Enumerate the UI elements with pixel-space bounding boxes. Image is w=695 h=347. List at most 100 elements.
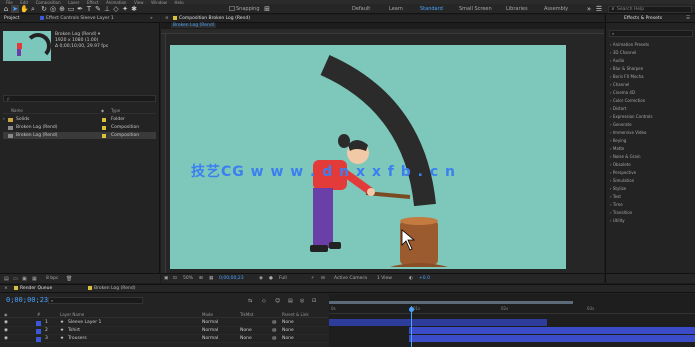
layer-label-color[interactable] [36, 320, 41, 326]
project-item-row-selected[interactable]: Broken Log (Rend) Composition [3, 132, 156, 139]
panel-overflow-icon[interactable]: » [150, 15, 153, 23]
mask-tool-icon[interactable]: ▭ [67, 5, 75, 13]
type-tool-icon[interactable]: T [85, 5, 93, 13]
search-help-input[interactable]: Search Help [608, 6, 692, 13]
effects-category-item[interactable]: › Expression Controls [610, 114, 652, 120]
timeline-search-input[interactable]: ⌕ [48, 297, 143, 304]
always-preview-icon[interactable]: ▣ [164, 276, 168, 281]
camera-tool-icon[interactable]: ◎ [49, 5, 57, 13]
layer-duration-bar[interactable] [409, 327, 695, 334]
delete-icon[interactable]: 🗑 [66, 276, 72, 282]
effects-category-item[interactable]: › 3D Channel [610, 50, 636, 56]
col-layer-name[interactable]: Layer Name [60, 312, 84, 317]
effects-category-item[interactable]: › Perspective [610, 170, 636, 176]
effects-category-item[interactable]: › Blur & Sharpen [610, 66, 643, 72]
comp-zoom-dropdown[interactable]: 50% [183, 276, 193, 281]
effects-category-item[interactable]: › Obsolete [610, 162, 631, 168]
layer-parent[interactable]: None [282, 335, 294, 343]
effects-category-item[interactable]: › Simulation [610, 178, 634, 184]
layer-duration-bar[interactable] [329, 319, 547, 326]
pen-tool-icon[interactable]: ✒ [76, 5, 84, 13]
effects-category-item[interactable]: › Stylize [610, 186, 626, 192]
workspace-overflow-icon[interactable]: » [585, 5, 593, 13]
new-folder-icon[interactable]: ▭ [13, 276, 18, 282]
zoom-tool-icon[interactable]: ⌕ [29, 5, 37, 13]
draft-3d-icon[interactable]: ◇ [262, 298, 266, 304]
label-color-swatch[interactable] [102, 117, 106, 122]
layer-row[interactable]: ◉ 2 ★ Tshirt Normal None @ None [0, 327, 328, 335]
puppet-tool-icon[interactable]: ✱ [130, 5, 138, 13]
transparency-grid-icon[interactable]: ▦ [209, 276, 213, 281]
effects-category-item[interactable]: › Cinema 4D [610, 90, 635, 96]
layer-parent[interactable]: None [282, 327, 294, 335]
frame-blending-icon[interactable]: ▤ [288, 298, 293, 304]
snapping-checkbox-icon[interactable]: ☐ [228, 5, 236, 13]
tab-effect-controls[interactable]: Effect Controls Sleeve Layer 1 [40, 15, 114, 23]
work-area-bar[interactable] [329, 301, 573, 304]
tab-composition[interactable]: Composition Broken Log (Rend) [173, 15, 250, 23]
parent-pickwhip-icon[interactable]: @ [272, 335, 277, 343]
tab-effects-presets[interactable]: Effects & Presets [624, 15, 662, 23]
views-dropdown[interactable]: 1 View [377, 276, 392, 281]
project-item-row[interactable]: Broken Log (Rend) Composition [3, 124, 156, 131]
selection-tool-icon[interactable]: ➤ [11, 5, 19, 13]
effects-category-item[interactable]: › Channel [610, 82, 629, 88]
workspace-assembly[interactable]: Assembly [544, 6, 568, 12]
motion-blur-icon[interactable]: ◎ [300, 298, 304, 304]
workspace-learn[interactable]: Learn [389, 6, 403, 12]
parent-pickwhip-icon[interactable]: @ [272, 327, 277, 335]
reset-exposure-icon[interactable]: ◐ [409, 276, 413, 281]
eraser-tool-icon[interactable]: ◇ [112, 5, 120, 13]
visibility-eye-icon[interactable]: ◉ [4, 335, 8, 343]
fit-view-icon[interactable]: ⊞ [199, 276, 203, 281]
shy-layers-icon[interactable]: ☺ [275, 298, 280, 304]
brush-tool-icon[interactable]: ✎ [94, 5, 102, 13]
timeline-timecode[interactable]: 0;00;00;23 [6, 296, 48, 304]
layer-name[interactable]: Sleeve Layer 1 [68, 319, 101, 327]
effects-category-item[interactable]: › Distort [610, 106, 626, 112]
region-of-interest-icon[interactable]: ⊡ [173, 276, 177, 281]
clone-stamp-tool-icon[interactable]: ⊥ [103, 5, 111, 13]
layer-name[interactable]: Trousers [68, 335, 87, 343]
current-time-indicator[interactable] [411, 306, 412, 347]
effects-category-item[interactable]: › Boris FX Mocha [610, 74, 644, 80]
fast-previews-icon[interactable]: ⚡ [311, 276, 314, 281]
col-number[interactable]: # [37, 312, 40, 317]
layer-row[interactable]: ◉ 1 ★ Sleeve Layer 1 Normal @ None [0, 319, 328, 327]
workspace-libraries[interactable]: Libraries [506, 6, 528, 12]
snapping-label[interactable]: Snapping [236, 6, 260, 12]
effects-category-item[interactable]: › Transition [610, 210, 632, 216]
bpc-label[interactable]: 8 bpc [46, 276, 58, 281]
effects-category-item[interactable]: › Utility [610, 218, 625, 224]
visibility-eye-icon[interactable]: ◉ [4, 319, 8, 327]
home-icon[interactable]: ⌂ [2, 5, 10, 13]
rotate-tool-icon[interactable]: ↻ [40, 5, 48, 13]
effects-category-item[interactable]: › Animation Presets [610, 42, 649, 48]
layer-trkmat[interactable]: None [240, 335, 252, 343]
close-tab-icon[interactable]: × [165, 15, 169, 23]
effects-category-item[interactable]: › Matte [610, 146, 624, 152]
comp-breadcrumb[interactable]: Broken Log (Rend) [171, 23, 217, 28]
col-parent[interactable]: Parent & Link [282, 312, 309, 317]
close-tab-icon[interactable]: × [4, 285, 8, 293]
timeline-graph[interactable]: 0s 01s 02s 03s [329, 294, 695, 347]
effects-search-input[interactable]: ⌕ [609, 30, 693, 37]
graph-editor-icon[interactable]: ⊡ [312, 298, 316, 304]
label-color-swatch[interactable] [102, 125, 106, 130]
show-channel-icon[interactable]: ● [269, 276, 273, 281]
effects-category-item[interactable]: › Keying [610, 138, 626, 144]
layer-mode[interactable]: Normal [202, 319, 218, 327]
effects-category-item[interactable]: › Time [610, 202, 623, 208]
interpret-footage-icon[interactable]: ▤ [4, 276, 9, 282]
label-color-swatch[interactable] [102, 133, 106, 138]
layer-duration-bar[interactable] [409, 335, 695, 342]
col-type[interactable]: Type [111, 108, 120, 113]
project-search-input[interactable]: ρ [3, 95, 156, 102]
workspace-standard[interactable]: Standard [420, 6, 443, 12]
hand-tool-icon[interactable]: ✋ [20, 5, 29, 13]
effects-category-item[interactable]: › Generate [610, 122, 632, 128]
layer-parent[interactable]: None [282, 319, 294, 327]
effects-category-item[interactable]: › Audio [610, 58, 624, 64]
parent-pickwhip-icon[interactable]: @ [272, 319, 277, 327]
expand-arrow-icon[interactable]: › [3, 116, 5, 123]
